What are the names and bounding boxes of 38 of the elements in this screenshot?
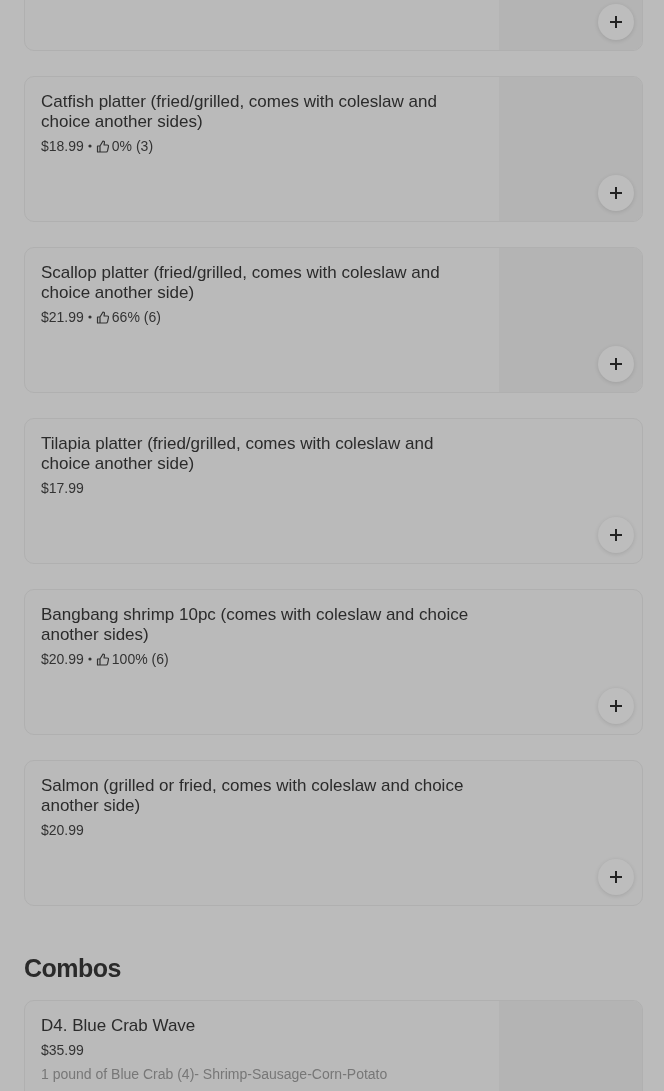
item-price: $18.99	[41, 138, 84, 154]
menu-item-card[interactable]: Tilapia platter (fried/grilled, comes with coleslaw and choice another side) $17.99	[24, 418, 643, 564]
plus-icon	[609, 870, 623, 884]
rating-text: 66% (6)	[111, 309, 161, 325]
plus-icon	[609, 699, 623, 713]
item-price: $20.99	[41, 822, 84, 838]
item-name: Tilapia platter (fried/grilled, comes with coleslaw and choice another side)	[41, 434, 435, 474]
item-name: Catfish platter (fried/grilled, comes with coleslaw and choice another sides)	[41, 92, 438, 132]
separator-dot-icon	[86, 143, 93, 149]
item-price: $21.99	[41, 309, 84, 325]
menu-item-card[interactable]: Catfish platter (fried/grilled, comes with coleslaw and choice another sides) $18.99 0% (3)	[24, 76, 643, 222]
add-button[interactable]	[598, 688, 634, 724]
section-heading: Combos	[24, 954, 122, 983]
rating-text: 0% (3)	[111, 138, 154, 154]
item-name: Bangbang shrimp 10pc (comes with coleslaw and choice another sides)	[41, 605, 470, 645]
item-price: $20.99	[41, 651, 84, 667]
plus-icon	[609, 186, 623, 200]
rating-text: 100% (6)	[111, 651, 169, 667]
plus-icon	[609, 357, 623, 371]
add-button[interactable]	[598, 859, 634, 895]
item-price: $17.99	[41, 480, 84, 496]
separator-dot-icon	[86, 656, 93, 662]
menu-item-card[interactable]: Salmon (grilled or fried, comes with coleslaw and choice another side) $20.99	[24, 760, 643, 906]
item-price: $35.99	[41, 1042, 84, 1058]
menu-item-card[interactable]: Bangbang shrimp 10pc (comes with coleslaw and choice another sides) $20.99 100% (6)	[24, 589, 643, 735]
menu-item-card[interactable]: D4. Blue Crab Wave $35.99 1 pound of Blue Crab (4)- Shrimp-Sausage-Corn-Potato	[24, 1000, 643, 1091]
thumbs-up-icon	[95, 139, 109, 153]
add-button[interactable]	[598, 517, 634, 553]
item-name: Scallop platter (fried/grilled, comes with coleslaw and choice another side)	[41, 263, 441, 303]
separator-dot-icon	[86, 314, 93, 320]
thumbs-up-icon	[95, 652, 109, 666]
plus-icon	[609, 15, 623, 29]
menu-item-card[interactable]: Scallop platter (fried/grilled, comes with coleslaw and choice another side) $21.99 66% (6)	[24, 247, 643, 393]
item-description: 1 pound of Blue Crab (4)- Shrimp-Sausage-Corn-Potato	[41, 1066, 388, 1082]
thumbs-up-icon	[95, 310, 109, 324]
plus-icon	[609, 528, 623, 542]
item-name: Salmon (grilled or fried, comes with coleslaw and choice another side)	[41, 776, 465, 816]
item-name: D4. Blue Crab Wave	[41, 1016, 196, 1036]
